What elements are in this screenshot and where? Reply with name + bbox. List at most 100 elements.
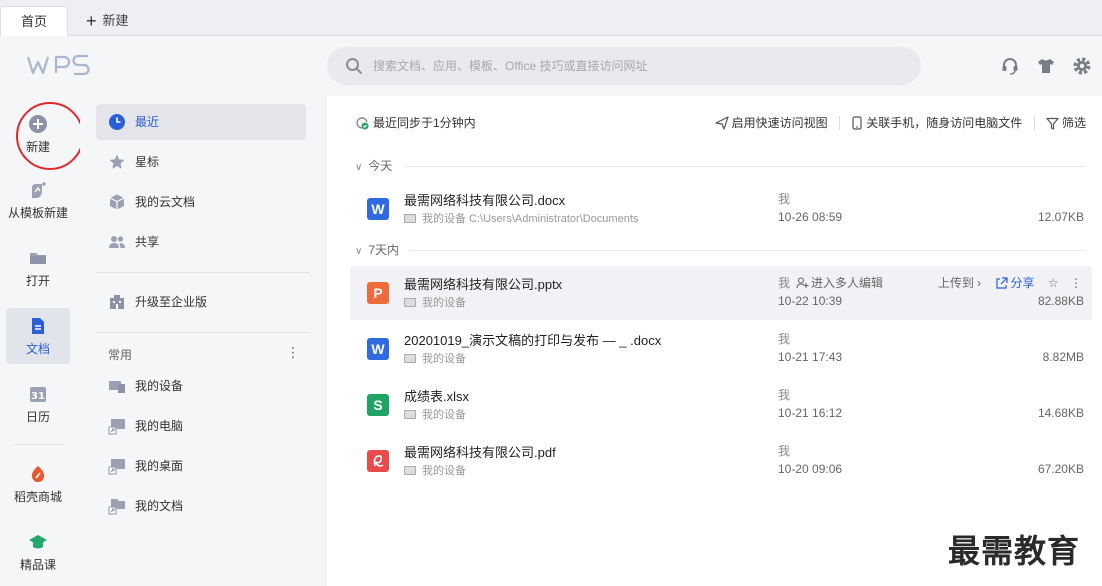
plus-circle-icon — [28, 114, 48, 134]
chevron-down-icon: ∨ — [355, 162, 363, 173]
template-icon — [28, 180, 48, 200]
file-row[interactable]: 最需网络科技有限公司.pdf 我的设备 我 10-20 09:06 67.20K… — [350, 434, 1092, 488]
upgrade-enterprise-button[interactable]: 升级至企业版 — [96, 284, 306, 320]
file-size: 82.88KB — [1037, 294, 1084, 308]
file-size: 8.82MB — [1042, 350, 1084, 364]
rail-label: 日历 — [25, 410, 50, 424]
desktop-shortcut-icon — [108, 457, 126, 475]
upload-to-button[interactable]: 上传到 › — [938, 276, 981, 290]
group-label: 今天 — [368, 159, 393, 173]
file-time: 10-21 17:43 — [778, 350, 843, 364]
panel-item-recent[interactable]: 最近 — [96, 104, 306, 140]
device-icon — [404, 410, 416, 419]
sync-status: 最近同步于1分钟内 — [355, 114, 476, 131]
file-owner: 我 进入多人编辑 — [778, 274, 883, 291]
panel-item-label: 共享 — [135, 235, 160, 249]
panel-item-shared[interactable]: 共享 — [96, 224, 306, 260]
watermark: 最需教育 — [948, 532, 1081, 570]
headset-icon[interactable] — [1000, 56, 1020, 76]
file-name: 20201019_演示文稿的打印与发布 — _ .docx — [404, 333, 662, 348]
panel-item-cloud-docs[interactable]: 我的云文档 — [96, 184, 306, 220]
place-my-desktop[interactable]: 我的桌面 — [96, 448, 306, 484]
star-icon — [108, 153, 126, 171]
group-7days[interactable]: ∨ 7天内 — [355, 241, 399, 258]
filter-button[interactable]: 筛选 — [1046, 114, 1086, 131]
svg-text:31: 31 — [31, 391, 45, 402]
word-file-icon: W — [367, 198, 389, 220]
device-icon — [404, 466, 416, 475]
file-owner: 我 — [778, 332, 791, 346]
rail-new[interactable]: 新建 — [6, 106, 70, 162]
share-label: 分享 — [1010, 276, 1035, 290]
group-divider — [405, 166, 1085, 167]
file-row[interactable]: W 最需网络科技有限公司.docx 我的设备 C:\Users\Administ… — [350, 182, 1092, 236]
rail-documents[interactable]: 文档 — [6, 308, 70, 364]
search-input[interactable] — [373, 47, 903, 85]
sync-icon — [356, 117, 369, 130]
rail-template-new[interactable]: 从模板新建 — [2, 172, 74, 228]
upgrade-label: 升级至企业版 — [135, 295, 208, 309]
rail-open[interactable]: 打开 — [6, 240, 70, 296]
tshirt-icon[interactable] — [1036, 56, 1056, 76]
file-location-text: 我的设备 — [422, 353, 466, 365]
place-my-computer[interactable]: 我的电脑 — [96, 408, 306, 444]
group-today[interactable]: ∨ 今天 — [355, 157, 392, 174]
device-icon — [404, 354, 416, 363]
place-my-documents[interactable]: 我的文档 — [96, 488, 306, 524]
rail-label: 稻壳商城 — [13, 490, 62, 504]
cloud-doc-icon — [108, 193, 126, 211]
file-size: 67.20KB — [1037, 462, 1084, 476]
file-location: 我的设备 — [404, 294, 466, 310]
gear-icon[interactable] — [1072, 56, 1092, 76]
more-button[interactable]: ⋮ — [1070, 276, 1082, 290]
filter-icon — [1046, 117, 1059, 130]
chevron-down-icon: ∨ — [355, 246, 363, 257]
share-button[interactable]: 分享 — [995, 276, 1035, 290]
link-phone-label: 关联手机，随身访问电脑文件 — [866, 116, 1023, 130]
device-icon — [404, 298, 416, 307]
send-icon — [714, 116, 729, 130]
place-my-device[interactable]: 我的设备 — [96, 368, 306, 404]
file-row[interactable]: P 最需网络科技有限公司.pptx 我的设备 我 进入多人编辑 10-22 10:… — [350, 266, 1092, 320]
share-icon — [995, 277, 1008, 289]
new-tab-button[interactable]: + 新建 — [86, 8, 129, 34]
document-icon — [28, 316, 48, 336]
file-time: 10-21 16:12 — [778, 406, 843, 420]
rail-divider — [14, 444, 64, 445]
collab-edit-button[interactable]: 进入多人编辑 — [796, 276, 883, 290]
rail-label: 文档 — [25, 342, 50, 356]
panel-item-label: 我的云文档 — [135, 195, 196, 209]
link-phone-button[interactable]: 关联手机，随身访问电脑文件 — [851, 114, 1022, 131]
share-users-icon — [108, 233, 126, 251]
search-box[interactable] — [327, 47, 921, 85]
header — [0, 36, 1102, 96]
panel-item-label: 最近 — [135, 115, 160, 129]
quick-view-label: 启用快速访问视图 — [731, 116, 828, 130]
star-button[interactable]: ☆ — [1048, 276, 1059, 290]
pdf-file-icon — [367, 450, 389, 472]
side-panel: 最近 星标 我的云文档 共享 升级至企业版 常用 ⋮ 我的设备 我的电脑 我的桌… — [80, 96, 326, 586]
rail-docer-store[interactable]: 稻壳商城 — [6, 456, 70, 512]
quick-view-button[interactable]: 启用快速访问视图 — [714, 114, 828, 131]
panel-item-starred[interactable]: 星标 — [96, 144, 306, 180]
rail-calendar[interactable]: 31 日历 — [6, 376, 70, 432]
wps-logo[interactable] — [26, 54, 98, 79]
file-owner: 我 — [778, 444, 791, 458]
tab-home[interactable]: 首页 — [0, 6, 68, 37]
section-more-button[interactable]: ⋮ — [286, 344, 300, 361]
rail-label: 精品课 — [19, 558, 56, 572]
file-time: 10-26 08:59 — [778, 210, 843, 224]
file-row[interactable]: W 20201019_演示文稿的打印与发布 — _ .docx 我的设备 我 1… — [350, 322, 1092, 376]
rail-label: 新建 — [25, 140, 50, 154]
rail-courses[interactable]: 精品课 — [6, 524, 70, 580]
toolbar: 启用快速访问视图 关联手机，随身访问电脑文件 筛选 — [714, 114, 1086, 131]
row-actions: 上传到 › 分享 ☆ ⋮ — [938, 274, 1082, 291]
place-label: 我的桌面 — [135, 459, 184, 473]
place-label: 我的设备 — [135, 379, 184, 393]
sync-text: 最近同步于1分钟内 — [373, 116, 476, 130]
file-row[interactable]: S 成绩表.xlsx 我的设备 我 10-21 16:12 14.68KB — [350, 378, 1092, 432]
folder-shortcut-icon — [108, 497, 126, 515]
file-location-text: 我的设备 C:\Users\Administrator\Documents — [422, 213, 639, 225]
tab-bar: 首页 + 新建 — [0, 0, 1102, 37]
file-name: 成绩表.xlsx — [404, 389, 470, 404]
